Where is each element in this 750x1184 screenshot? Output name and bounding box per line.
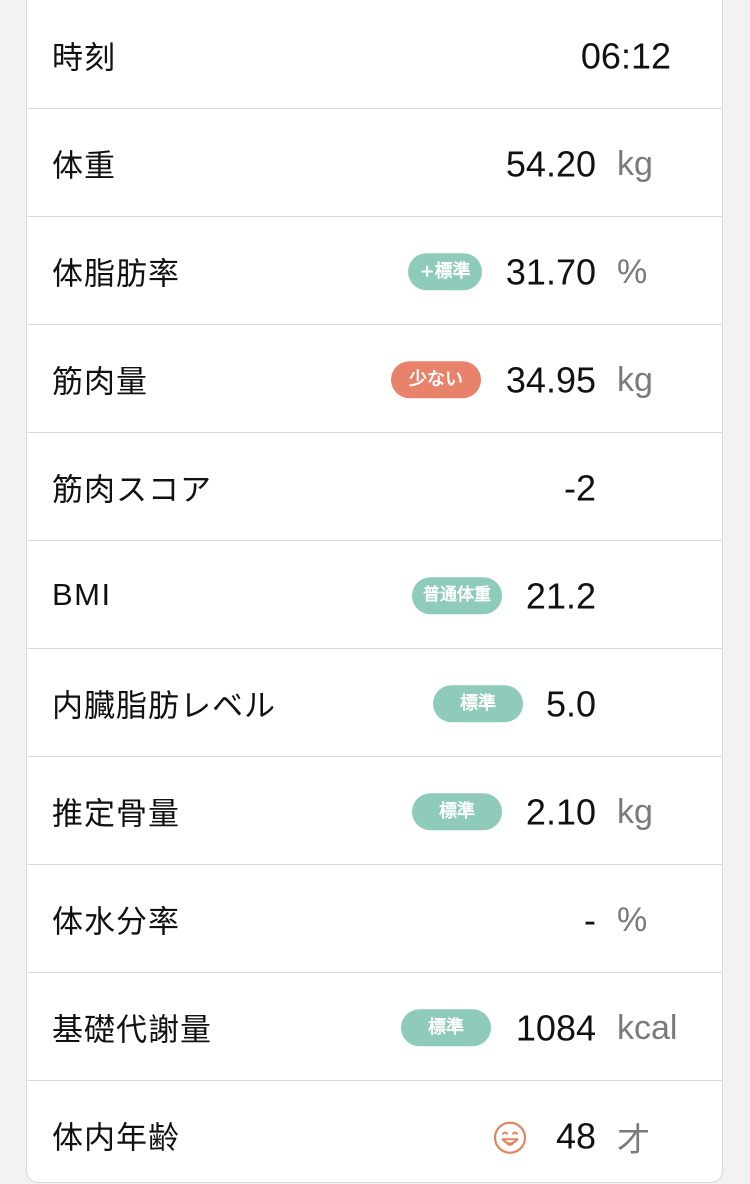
row-value: 34.95 [505, 359, 596, 401]
row-label: 体内年齢 [52, 1120, 180, 1157]
row-basal-metabolism: 基礎代謝量 標準 1084 kcal [27, 973, 722, 1081]
status-badge: 標準 [412, 792, 502, 830]
status-badge: 普通体重 [412, 576, 502, 614]
row-unit: kcal [617, 1008, 678, 1047]
status-badge: 標準 [401, 1008, 491, 1046]
row-value: -2 [563, 467, 596, 509]
row-body-water: 体水分率 - % [27, 865, 722, 973]
row-value: 2.10 [525, 791, 596, 833]
status-badge: 標準 [433, 684, 523, 722]
row-unit: 才 [617, 1119, 650, 1159]
row-unit: % [617, 252, 648, 291]
row-label: BMI [52, 576, 112, 612]
smiling-face-icon [493, 1121, 527, 1154]
row-label: 筋肉量 [52, 364, 148, 400]
row-visceral-fat: 内臓脂肪レベル 標準 5.0 [27, 649, 722, 757]
row-unit: kg [617, 144, 653, 183]
status-badge: +標準 [408, 252, 482, 290]
row-value: - [584, 899, 596, 941]
row-value: 31.70 [505, 251, 596, 293]
row-label: 推定骨量 [52, 796, 180, 832]
body-composition-card: 時刻 06:12 体重 54.20 kg 体脂肪率 +標準 31.70 % 筋肉… [26, 0, 723, 1183]
row-body-age: 体内年齢 48 才 [27, 1081, 722, 1182]
row-body-fat: 体脂肪率 +標準 31.70 % [27, 217, 722, 325]
row-value: 21.2 [525, 575, 596, 617]
row-label: 筋肉スコア [52, 472, 212, 508]
row-value: 06:12 [580, 35, 671, 77]
row-label: 体水分率 [52, 904, 180, 940]
row-unit: kg [617, 792, 653, 831]
row-label: 内臓脂肪レベル [52, 688, 276, 724]
row-unit: % [617, 900, 648, 939]
row-label: 体重 [52, 148, 116, 184]
row-time: 時刻 06:12 [27, 1, 722, 109]
row-unit: kg [617, 360, 653, 399]
row-bone-mass: 推定骨量 標準 2.10 kg [27, 757, 722, 865]
row-muscle-score: 筋肉スコア -2 [27, 433, 722, 541]
row-value: 48 [555, 1115, 596, 1157]
row-muscle-mass: 筋肉量 少ない 34.95 kg [27, 325, 722, 433]
row-label: 体脂肪率 [52, 256, 180, 292]
row-value: 1084 [515, 1007, 596, 1049]
status-badge: 少ない [391, 360, 481, 398]
row-weight: 体重 54.20 kg [27, 109, 722, 217]
row-value: 5.0 [545, 683, 596, 725]
row-label: 時刻 [52, 40, 116, 76]
row-label: 基礎代謝量 [52, 1012, 212, 1048]
row-value: 54.20 [505, 143, 596, 185]
row-bmi: BMI 普通体重 21.2 [27, 541, 722, 649]
